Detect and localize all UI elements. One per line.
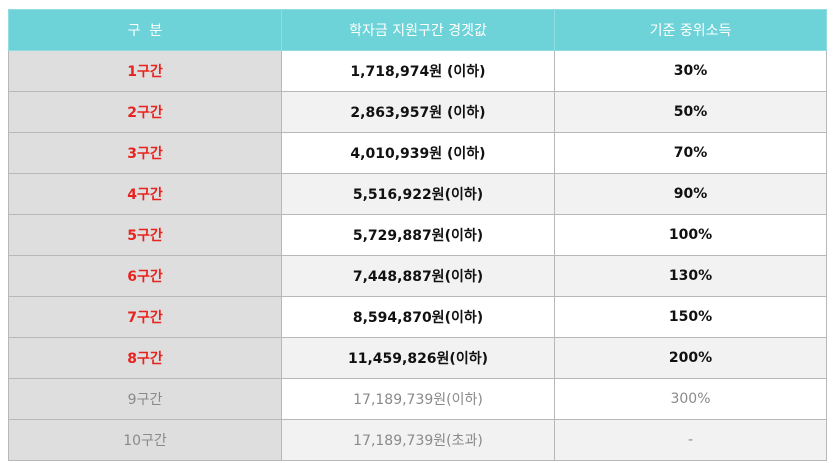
table-row: 9구간 17,189,739원(이하) 300% [8,378,827,420]
table-row: 4구간 5,516,922원(이하) 90% [8,173,827,215]
tier-cell: 7구간 [8,296,282,338]
tier-cell: 1구간 [8,50,282,92]
income-cell: 50% [554,91,827,133]
table-row: 1구간 1,718,974원 (이하) 30% [8,50,827,92]
table-row: 6구간 7,448,887원(이하) 130% [8,255,827,297]
student-aid-tier-table: 구 분 학자금 지원구간 경곗값 기준 중위소득 1구간 1,718,974원 … [8,9,827,461]
tier-cell: 4구간 [8,173,282,215]
threshold-cell: 8,594,870원(이하) [281,296,555,338]
threshold-cell: 1,718,974원 (이하) [281,50,555,92]
income-cell: 200% [554,337,827,379]
table-container: 구 분 학자금 지원구간 경곗값 기준 중위소득 1구간 1,718,974원 … [8,9,827,461]
income-cell: 30% [554,50,827,92]
income-cell: 130% [554,255,827,297]
tier-cell: 6구간 [8,255,282,297]
table-row: 7구간 8,594,870원(이하) 150% [8,296,827,338]
threshold-cell: 5,729,887원(이하) [281,214,555,256]
tier-cell: 9구간 [8,378,282,420]
threshold-cell: 11,459,826원(이하) [281,337,555,379]
tier-cell: 8구간 [8,337,282,379]
income-cell: 100% [554,214,827,256]
threshold-cell: 17,189,739원(초과) [281,419,555,461]
income-cell: 150% [554,296,827,338]
threshold-cell: 17,189,739원(이하) [281,378,555,420]
threshold-cell: 5,516,922원(이하) [281,173,555,215]
table-row: 8구간 11,459,826원(이하) 200% [8,337,827,379]
header-threshold: 학자금 지원구간 경곗값 [281,9,555,51]
tier-cell: 2구간 [8,91,282,133]
table-row: 3구간 4,010,939원 (이하) 70% [8,132,827,174]
table-row: 10구간 17,189,739원(초과) - [8,419,827,461]
tier-cell: 10구간 [8,419,282,461]
income-cell: 300% [554,378,827,420]
threshold-cell: 2,863,957원 (이하) [281,91,555,133]
income-cell: 70% [554,132,827,174]
table-row: 5구간 5,729,887원(이하) 100% [8,214,827,256]
income-cell: - [554,419,827,461]
threshold-cell: 4,010,939원 (이하) [281,132,555,174]
header-row: 구 분 학자금 지원구간 경곗값 기준 중위소득 [8,9,827,51]
tier-cell: 3구간 [8,132,282,174]
income-cell: 90% [554,173,827,215]
table-header: 구 분 학자금 지원구간 경곗값 기준 중위소득 [8,9,827,51]
table-body: 1구간 1,718,974원 (이하) 30% 2구간 2,863,957원 (… [8,50,827,461]
header-category: 구 분 [8,9,282,51]
tier-cell: 5구간 [8,214,282,256]
table-row: 2구간 2,863,957원 (이하) 50% [8,91,827,133]
header-median-income: 기준 중위소득 [554,9,827,51]
threshold-cell: 7,448,887원(이하) [281,255,555,297]
